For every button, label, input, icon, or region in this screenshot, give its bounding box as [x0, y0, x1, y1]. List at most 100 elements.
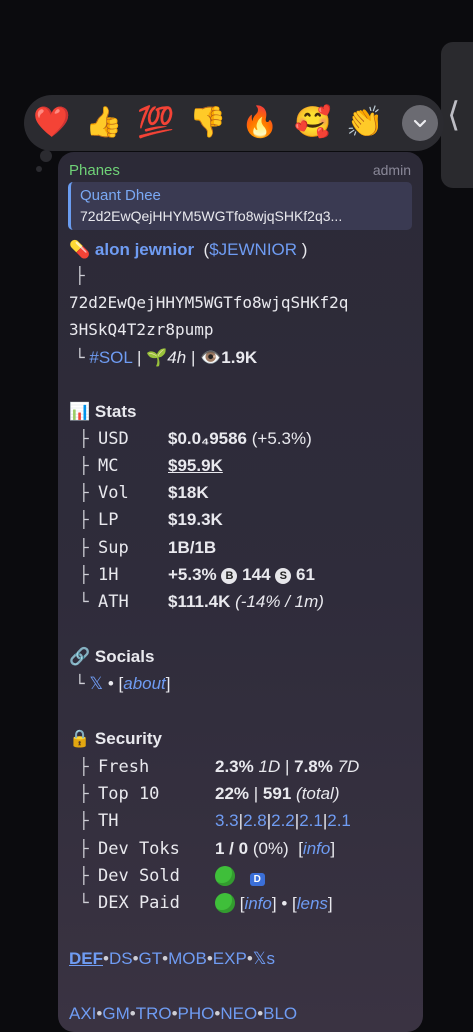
tree-branch: ├ — [79, 757, 89, 776]
tree-branch: ├ — [79, 866, 89, 885]
security-key: Dev Sold — [98, 866, 180, 886]
link-icon: 🔗 — [69, 647, 91, 666]
link-pho[interactable]: PHO — [178, 1004, 215, 1023]
link-gm[interactable]: GM — [102, 1004, 129, 1023]
token-address-line1[interactable]: 72d2EwQejHHYM5WGTfo8wjqSHKf2q — [69, 293, 348, 312]
link-mob[interactable]: MOB — [168, 949, 207, 968]
stat-value: $0.0₄9586 (+5.3%) — [168, 429, 312, 449]
stats-title: Stats — [94, 402, 137, 421]
chevron-left-icon: ⟨ — [447, 96, 461, 134]
sell-count: 61 — [296, 565, 315, 584]
view-count: 1.9K — [221, 348, 258, 367]
security-key: DEX Paid — [98, 893, 180, 913]
reaction-tail-dot — [40, 150, 52, 162]
dev-toks-value: 1 / 0 — [215, 839, 249, 858]
top10-note: (total) — [296, 784, 340, 803]
holder-link[interactable]: 3.3 — [215, 811, 239, 830]
security-value: 2.3% 1D | 7.8% 7D — [215, 757, 359, 777]
fresh-a: 2.3% — [215, 757, 254, 776]
more-reactions-button[interactable] — [402, 105, 438, 141]
security-key: Dev Toks — [98, 839, 180, 859]
dev-toks-info-link[interactable]: info — [303, 839, 330, 858]
tree-end: └ — [79, 893, 89, 912]
reaction-hundred[interactable]: 💯 — [137, 104, 175, 142]
stat-key: 1H — [98, 565, 119, 585]
security-value: [info] • [lens] — [215, 893, 333, 914]
link-exp[interactable]: EXP — [213, 949, 247, 968]
x-link[interactable]: 𝕏 — [89, 674, 103, 693]
green-circle-icon — [215, 893, 235, 913]
side-panel-tab[interactable]: ⟨ — [441, 42, 473, 188]
fresh-b: 7.8% — [294, 757, 333, 776]
stat-key: ATH — [98, 592, 129, 612]
tree-end: └ — [75, 348, 85, 367]
dex-info-link[interactable]: info — [244, 894, 271, 913]
token-address-line2[interactable]: 3HSkQ4T2zr8pump — [69, 320, 214, 339]
tree-end: └ — [79, 592, 89, 611]
ath-extra: (-14% / 1m) — [235, 592, 324, 611]
buy-count: 144 — [242, 565, 271, 584]
holder-link[interactable]: 2.1 — [299, 811, 323, 830]
separator: | — [253, 784, 259, 803]
pill-icon: 💊 — [69, 240, 91, 259]
reaction-smiling-hearts[interactable]: 🥰 — [294, 104, 332, 142]
dev-toks-pct: (0%) — [252, 839, 289, 858]
token-age: 4h — [167, 348, 187, 367]
holder-link[interactable]: 2.8 — [243, 811, 267, 830]
chart-links-row: DEF•DS•GT•MOB•EXP•𝕏s — [69, 949, 275, 969]
tree-branch: ├ — [79, 538, 89, 557]
chain-hashtag[interactable]: #SOL — [89, 348, 132, 367]
stat-value: $18K — [168, 483, 209, 502]
stat-value: +5.3% B 144 S 61 — [168, 565, 315, 585]
token-name-link[interactable]: alon jewnior — [95, 240, 194, 259]
separator: | — [136, 348, 142, 367]
message-bubble[interactable]: Phanes admin Quant Dhee 72d2EwQejHHYM5WG… — [58, 152, 423, 1032]
reaction-clapping[interactable]: 👏 — [346, 104, 384, 142]
stat-value: $111.4K (-14% / 1m) — [168, 592, 324, 612]
tree-branch: ├ — [79, 429, 89, 448]
link-gt[interactable]: GT — [139, 949, 163, 968]
separator: | — [190, 348, 196, 367]
chevron-down-icon — [413, 119, 427, 128]
security-heading: 🔒 Security — [69, 729, 162, 749]
reply-quote[interactable]: Quant Dhee 72d2EwQejHHYM5WGTfo8wjqSHKf2q… — [68, 182, 412, 230]
bar-chart-icon: 📊 — [69, 402, 91, 421]
fresh-a-period: 1D — [258, 757, 281, 776]
stat-key: LP — [98, 510, 119, 530]
dex-lens-link[interactable]: lens — [297, 894, 328, 913]
tree-branch: ├ — [79, 565, 89, 584]
sender-name[interactable]: Phanes — [69, 162, 120, 179]
holder-link[interactable]: 2.2 — [271, 811, 295, 830]
dot-separator: • — [107, 674, 114, 693]
link-axi[interactable]: AXI — [69, 1004, 96, 1023]
hour-change: +5.3% — [168, 565, 217, 584]
link-blo[interactable]: BLO — [263, 1004, 297, 1023]
security-value: D — [215, 866, 265, 887]
link-ds[interactable]: DS — [109, 949, 133, 968]
token-meta: └ #SOL | 🌱4h | 👁️1.9K — [69, 348, 257, 368]
holder-link[interactable]: 2.1 — [327, 811, 351, 830]
trade-links-row: AXI•GM•TRO•PHO•NEO•BLO — [69, 1004, 297, 1024]
reaction-heart[interactable]: ❤️ — [33, 104, 71, 142]
security-key: TH — [98, 811, 119, 831]
link-tro[interactable]: TRO — [136, 1004, 172, 1023]
token-ticker-link[interactable]: $JEWNIOR — [209, 240, 297, 259]
reaction-thumbs-down[interactable]: 👎 — [189, 104, 227, 142]
top10-count: 591 — [262, 784, 292, 803]
stat-key: MC — [98, 456, 119, 476]
tree-branch: ├ — [79, 811, 89, 830]
tree-branch: ├ — [79, 456, 89, 475]
tree-end: └ — [75, 674, 85, 693]
link-xs[interactable]: 𝕏s — [253, 949, 275, 968]
stat-key: Sup — [98, 538, 129, 558]
link-def[interactable]: DEF — [69, 949, 103, 968]
quote-text: 72d2EwQejHHYM5WGTfo8wjqSHKf2q3... — [80, 208, 343, 224]
buy-badge-icon: B — [221, 568, 238, 584]
about-link[interactable]: about — [123, 674, 166, 693]
dev-badge-icon: D — [249, 873, 265, 886]
ath-value: $111.4K — [168, 592, 231, 611]
reaction-fire[interactable]: 🔥 — [241, 104, 279, 142]
reaction-thumbs-up[interactable]: 👍 — [85, 104, 123, 142]
link-neo[interactable]: NEO — [220, 1004, 257, 1023]
market-cap-link[interactable]: $95.9K — [168, 456, 223, 476]
